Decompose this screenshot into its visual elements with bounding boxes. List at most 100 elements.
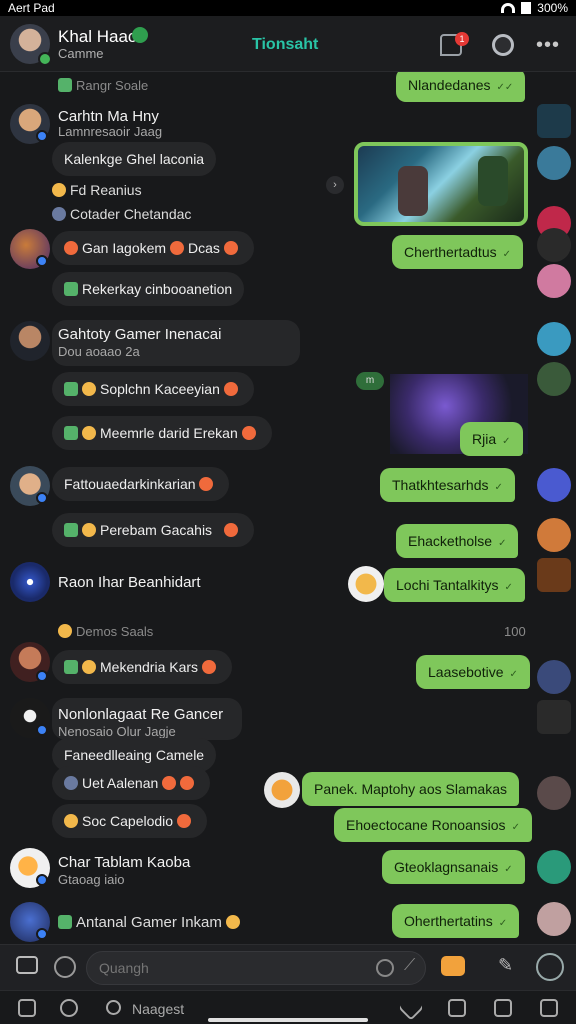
- battery-icon: [521, 2, 532, 14]
- rail-thumbnail[interactable]: [537, 104, 571, 138]
- incoming-message[interactable]: Soc Capelodio: [52, 804, 207, 838]
- rail-avatar[interactable]: [537, 264, 571, 298]
- avatar[interactable]: [10, 321, 50, 361]
- mic-icon[interactable]: [536, 953, 564, 981]
- emoji-icon[interactable]: [376, 959, 394, 977]
- online-indicator: [38, 52, 52, 66]
- incoming-message[interactable]: Fattouaedarkinkarian: [52, 467, 230, 501]
- rail-avatar[interactable]: [537, 660, 571, 694]
- rail-thumbnail[interactable]: [537, 558, 571, 592]
- sender-name: Raon Ihar Beanhidart: [58, 574, 201, 591]
- reaction-badge[interactable]: m: [356, 372, 384, 390]
- download-icon[interactable]: [18, 999, 36, 1017]
- contact-status: Camme: [58, 46, 104, 61]
- chat-header: Khal Haac Camme Tionsaht 1 •••: [0, 16, 576, 72]
- status-badge: [36, 670, 48, 682]
- search-label[interactable]: Naagest: [132, 1001, 184, 1017]
- forward-icon[interactable]: ›: [326, 176, 344, 194]
- rail-avatar[interactable]: [537, 850, 571, 884]
- rail-avatar[interactable]: [537, 362, 571, 396]
- status-icons: 300%: [501, 1, 568, 15]
- rail-avatar[interactable]: [537, 228, 571, 262]
- incoming-message[interactable]: Antanal Gamer Inkam: [58, 914, 244, 931]
- sender-subtitle: Lamnresaoir Jaag: [58, 124, 163, 139]
- incoming-message[interactable]: Mekendria Kars: [52, 650, 232, 684]
- carrier-label: Aert Pad: [8, 1, 55, 15]
- section-label: Demos Saals: [58, 624, 153, 639]
- outgoing-message[interactable]: Nlandedanes ✓✓: [396, 72, 526, 102]
- status-badge: [36, 724, 48, 736]
- profile-icon[interactable]: [540, 999, 558, 1017]
- incoming-message[interactable]: Rekerkay cinbooanetion: [52, 272, 245, 306]
- camera-icon[interactable]: [16, 956, 38, 974]
- notification-badge: 1: [455, 32, 469, 46]
- sticker-pack-icon[interactable]: [441, 956, 465, 976]
- incoming-message[interactable]: Gan Iagokem Dcas: [52, 231, 254, 265]
- outgoing-message[interactable]: Ehoectocane Ronoansios ✓: [334, 808, 532, 842]
- outgoing-message[interactable]: Laasebotive ✓: [416, 655, 530, 689]
- outgoing-message[interactable]: Panek. Maptohy aos Slamakas: [302, 772, 519, 806]
- incoming-message[interactable]: Uet Aalenan: [52, 766, 211, 800]
- share-icon[interactable]: [494, 999, 512, 1017]
- sender-subtitle: Nenosaio Olur Jagje: [58, 724, 176, 739]
- outgoing-message[interactable]: Rjia ✓: [460, 422, 523, 456]
- rail-avatar[interactable]: [537, 902, 571, 936]
- status-badge: [36, 492, 48, 504]
- rail-avatar[interactable]: [537, 518, 571, 552]
- info-icon[interactable]: [60, 999, 78, 1017]
- message-composer: ⟋ ✎: [0, 944, 576, 990]
- sender-name: Nonlonlagaat Re Gancer: [58, 706, 224, 723]
- incoming-message[interactable]: Meemrle darid Erekan: [52, 416, 272, 450]
- game-character-image: [398, 166, 428, 216]
- image-message[interactable]: [354, 142, 528, 226]
- incoming-message[interactable]: Perebam Gacahis: [52, 513, 254, 547]
- status-badge: [36, 874, 48, 886]
- pen-tool-icon[interactable]: [398, 995, 424, 1021]
- battery-label: 300%: [537, 1, 568, 15]
- outgoing-message[interactable]: Gteoklagnsanais ✓: [382, 850, 525, 884]
- app-title: Tionsaht: [252, 36, 319, 53]
- incoming-message[interactable]: Kalenkge Ghel laconia: [52, 142, 217, 176]
- incoming-message[interactable]: Cotader Chetandac: [52, 206, 191, 222]
- incoming-message[interactable]: Fd Reanius: [52, 182, 142, 198]
- wifi-icon: [501, 3, 516, 13]
- attach-icon[interactable]: ⟋: [404, 957, 415, 975]
- search-icon[interactable]: [492, 34, 514, 56]
- sticker-avatar[interactable]: [348, 566, 384, 602]
- avatar[interactable]: [10, 562, 50, 602]
- sender-subtitle: Dou aoaao 2a: [58, 344, 140, 359]
- rail-thumbnail[interactable]: [537, 700, 571, 734]
- pen-icon[interactable]: ✎: [498, 955, 513, 976]
- game-character-image: [478, 156, 508, 206]
- section-label: Rangr Soale: [58, 78, 148, 93]
- status-badge: [36, 928, 48, 940]
- outgoing-message[interactable]: Lochi Tantalkitys ✓: [384, 568, 525, 602]
- outgoing-message[interactable]: Oherthertatins ✓: [392, 904, 520, 938]
- outgoing-message[interactable]: Cherthertadtus ✓: [392, 235, 523, 269]
- rail-avatar[interactable]: [537, 776, 571, 810]
- contact-name[interactable]: Khal Haac: [58, 27, 136, 47]
- incoming-message[interactable]: Soplchn Kaceeyian: [52, 372, 254, 406]
- message-list[interactable]: Rangr Soale Nlandedanes ✓✓ Carhtn Ma Hny …: [0, 72, 576, 944]
- rail-avatar[interactable]: [537, 468, 571, 502]
- outgoing-message[interactable]: Ehacketholse ✓: [396, 524, 519, 558]
- verified-icon: [132, 27, 148, 43]
- sticker-avatar[interactable]: [264, 772, 300, 808]
- section-time: 100: [504, 624, 526, 639]
- sticker-icon[interactable]: [54, 956, 76, 978]
- sender-name: Carhtn Ma Hny: [58, 108, 159, 125]
- status-badge: [36, 130, 48, 142]
- home-indicator[interactable]: [208, 1018, 368, 1022]
- image-icon[interactable]: [448, 999, 466, 1017]
- more-options-icon[interactable]: •••: [536, 35, 559, 64]
- search-icon[interactable]: [106, 1000, 121, 1015]
- sender-name: Gahtoty Gamer Inenacai: [58, 326, 222, 343]
- message-input[interactable]: [86, 951, 426, 985]
- sender-name: Char Tablam Kaoba: [58, 854, 191, 871]
- rail-avatar[interactable]: [537, 146, 571, 180]
- rail-avatar[interactable]: [537, 322, 571, 356]
- status-badge: [36, 255, 48, 267]
- outgoing-message[interactable]: Thatkhtesarhds ✓: [380, 468, 515, 502]
- sender-subtitle: Gtaoag iaio: [58, 872, 125, 887]
- status-bar: Aert Pad 300%: [0, 0, 576, 16]
